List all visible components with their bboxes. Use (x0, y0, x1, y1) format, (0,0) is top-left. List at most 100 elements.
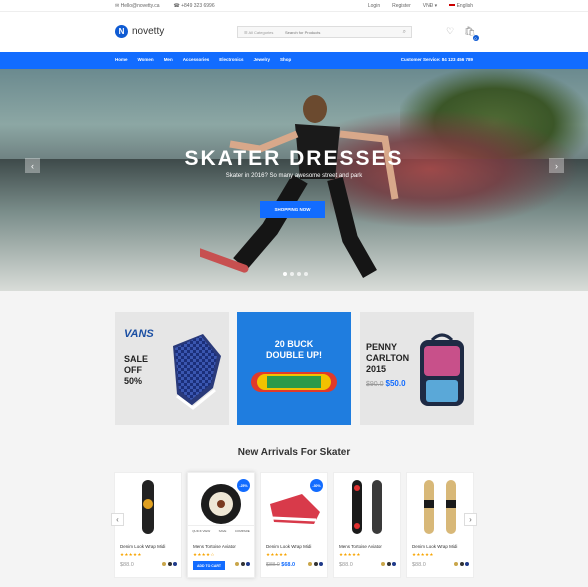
header: N novetty ☰ All Categories ⌕ ♡ 🛍 0 (0, 12, 588, 52)
product-name[interactable]: Denim Look Wrap Midi (266, 544, 311, 549)
product-old-price: $88.0 (266, 562, 280, 568)
color-swatch[interactable] (381, 562, 385, 566)
product-name[interactable]: Denim Look Wrap Midi (412, 544, 457, 549)
color-swatch[interactable] (246, 562, 250, 566)
color-swatch[interactable] (308, 562, 312, 566)
buck-heading: 20 BUCK DOUBLE UP! (237, 339, 351, 361)
compare-button[interactable]: COMPARE (235, 529, 250, 533)
color-swatch[interactable] (459, 562, 464, 566)
nav-item-accessories[interactable]: Accessories (183, 57, 210, 62)
logo-mark-icon: N (115, 25, 128, 38)
save-button[interactable]: SAVE (219, 529, 227, 533)
language-select[interactable]: English (449, 3, 473, 9)
email-link[interactable]: ✉ Hello@novetty.ca (115, 3, 159, 9)
product-price: $88.0 (412, 562, 426, 568)
logo-text: novetty (132, 26, 165, 37)
color-swatch[interactable] (162, 562, 166, 566)
color-swatch[interactable] (235, 562, 239, 566)
flag-icon (449, 3, 456, 8)
wishlist-heart-icon[interactable]: ♡ (446, 26, 454, 37)
category-select-text: All Categories (248, 30, 274, 35)
color-swatch[interactable] (454, 562, 458, 566)
color-swatch[interactable] (319, 562, 323, 566)
shopping-now-button[interactable]: SHOPPING NOW (260, 201, 325, 218)
quick-view-button[interactable]: QUICK VIEW (192, 529, 210, 533)
sale-badge: -25% (237, 479, 250, 492)
logo[interactable]: N novetty (115, 25, 164, 38)
color-swatch[interactable] (173, 562, 177, 566)
promo-buck-double[interactable]: 20 BUCK DOUBLE UP! (237, 312, 351, 425)
email-text: Hello@novetty.ca (120, 3, 160, 9)
product-rating: ★★★★★ (266, 552, 288, 557)
color-swatch[interactable] (167, 562, 172, 566)
color-swatches (381, 562, 396, 566)
skateboard-deck-image (251, 372, 337, 392)
cart-button[interactable]: 🛍 0 (464, 26, 479, 41)
color-swatch[interactable] (465, 562, 469, 566)
customer-service-text: Customer Service: 84 123 456 789 (400, 57, 473, 62)
product-new-price: $68.0 (281, 562, 296, 568)
penny-old-price: $90.0 (366, 381, 384, 388)
product-price: $88.0 $68.0 (266, 562, 295, 568)
product-name[interactable]: Mens Tortoise Aviator (339, 544, 382, 549)
hero-prev-arrow-icon[interactable]: ‹ (25, 158, 40, 173)
color-swatches (162, 562, 177, 566)
product-actions: QUICK VIEW SAVE COMPARE (188, 525, 254, 535)
slider-dot[interactable] (283, 272, 287, 276)
promo-vans[interactable]: VANS SALE OFF 50% (115, 312, 229, 425)
product-card[interactable]: Denim Look Wrap Midi ★★★★★ $88.0 (114, 472, 182, 578)
hero-skater-image (200, 95, 399, 278)
color-swatch[interactable] (240, 562, 245, 566)
nav-item-home[interactable]: Home (115, 57, 128, 62)
nav-item-jewelry[interactable]: Jewelry (253, 57, 270, 62)
product-rating: ★★★★☆ (193, 552, 215, 557)
color-swatch[interactable] (313, 562, 318, 566)
product-rating: ★★★★★ (120, 552, 142, 557)
nav-item-electronics[interactable]: Electronics (219, 57, 243, 62)
product-image (335, 474, 399, 538)
color-swatch[interactable] (392, 562, 396, 566)
buck-line-2: DOUBLE UP! (266, 350, 322, 360)
buck-line-1: 20 BUCK (274, 339, 314, 349)
product-price: $88.0 (339, 562, 353, 568)
nav-item-women[interactable]: Women (138, 57, 154, 62)
cart-count-badge: 0 (472, 35, 479, 41)
carousel-prev-arrow-icon[interactable]: ‹ (111, 513, 124, 526)
product-card[interactable]: Mens Tortoise Aviator ★★★★★ $88.0 (333, 472, 401, 578)
search-icon[interactable]: ⌕ (403, 29, 406, 36)
category-select[interactable]: ☰ All Categories (244, 30, 273, 35)
phone-link[interactable]: ☎ +849 323 6996 (173, 3, 214, 9)
phone-text: +849 323 6996 (181, 3, 215, 9)
color-swatches (308, 562, 323, 566)
vans-line-2: OFF (124, 365, 142, 375)
nav-item-shop[interactable]: Shop (280, 57, 291, 62)
product-name[interactable]: Denim Look Wrap Midi (120, 544, 165, 549)
product-image (408, 474, 472, 538)
product-card[interactable]: -30% Denim Look Wrap Midi ★★★★★ $88.0 $6… (260, 472, 328, 578)
hero-next-arrow-icon[interactable]: › (549, 158, 564, 173)
slider-dot[interactable] (297, 272, 301, 276)
product-card[interactable]: -25% QUICK VIEW SAVE COMPARE Mens Tortoi… (187, 472, 255, 578)
product-image (116, 474, 180, 538)
nav-item-men[interactable]: Men (164, 57, 173, 62)
slider-dot[interactable] (304, 272, 308, 276)
carousel-next-arrow-icon[interactable]: › (464, 513, 477, 526)
hero-pagination (283, 272, 308, 276)
hero-subtitle: Skater in 2016? So many awesome street a… (225, 173, 363, 179)
register-link[interactable]: Register (392, 3, 411, 9)
product-name[interactable]: Mens Tortoise Aviator (193, 544, 236, 549)
vans-sale-text: SALE OFF 50% (124, 354, 148, 387)
backpack-image (420, 333, 464, 406)
penny-price: $90.0 $50.0 (366, 379, 406, 388)
color-swatch[interactable] (386, 562, 391, 566)
promo-penny-carlton[interactable]: PENNY CARLTON 2015 $90.0 $50.0 (360, 312, 474, 425)
color-swatches (235, 562, 250, 566)
hero-slider: SKATER DRESSES Skater in 2016? So many a… (0, 69, 588, 291)
slider-dot[interactable] (290, 272, 294, 276)
add-to-cart-button[interactable]: ADD TO CART (193, 561, 225, 570)
vans-logo: VANS (124, 328, 154, 340)
login-link[interactable]: Login (368, 3, 380, 9)
search-input[interactable] (285, 27, 385, 37)
product-rating: ★★★★★ (339, 552, 361, 557)
currency-select[interactable]: VNĐ ▾ (423, 3, 437, 9)
